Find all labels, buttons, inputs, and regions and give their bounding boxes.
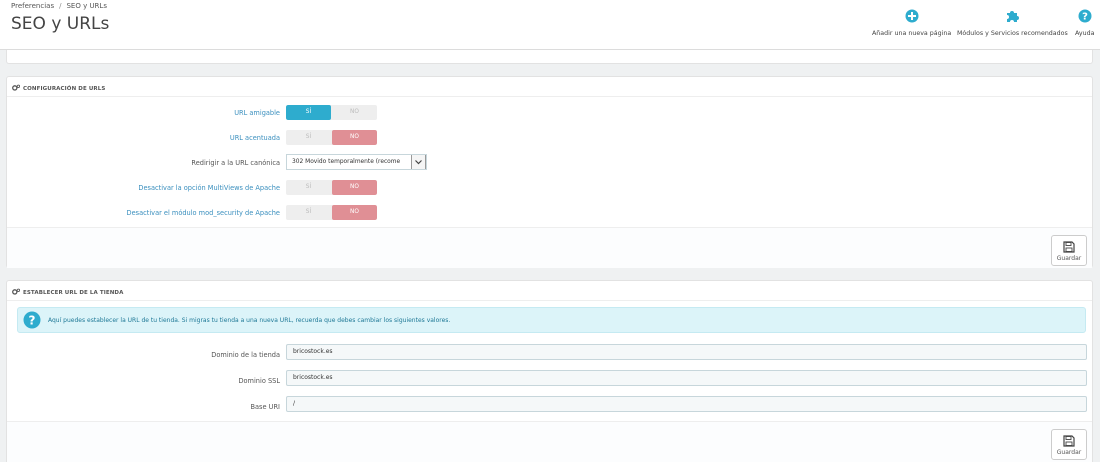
- canonical-redirect-label: Redirigir a la URL canónica: [191, 159, 280, 167]
- save-button[interactable]: Guardar: [1051, 235, 1087, 266]
- cogs-icon: [12, 84, 20, 91]
- shop-url-title: ESTABLECER URL DE LA TIENDA: [23, 290, 124, 296]
- accented-url-row: URL acentuada SÍ NO: [7, 130, 1092, 146]
- info-alert-text: Aquí puedes establecer la URL de tu tien…: [48, 317, 451, 324]
- help-button[interactable]: ? Ayuda: [1075, 9, 1094, 37]
- mod-security-row: Desactivar el módulo mod_security de Apa…: [7, 205, 1092, 221]
- mod-security-label[interactable]: Desactivar el módulo mod_security de Apa…: [127, 209, 280, 217]
- modules-button[interactable]: Módulos y Servicios recomendados: [957, 9, 1068, 37]
- canonical-redirect-value: 302 Movido temporalmente (recome: [292, 159, 401, 165]
- ssl-domain-input[interactable]: bricostock.es: [286, 370, 1087, 386]
- add-page-label: Añadir una nueva página: [872, 30, 952, 37]
- breadcrumb: Preferencias / SEO y URLs: [11, 2, 107, 10]
- ssl-domain-label: Dominio SSL: [238, 377, 280, 385]
- shop-domain-row: Dominio de la tienda bricostock.es: [7, 344, 1092, 363]
- base-uri-input[interactable]: /: [286, 396, 1087, 412]
- previous-panel-bottom: [6, 50, 1093, 64]
- url-config-heading: CONFIGURACIÓN DE URLS: [7, 77, 1092, 97]
- url-config-panel: CONFIGURACIÓN DE URLS URL amigable SÍ NO…: [6, 76, 1093, 268]
- ssl-domain-row: Dominio SSL bricostock.es: [7, 370, 1092, 389]
- shop-domain-input[interactable]: bricostock.es: [286, 344, 1087, 360]
- chevron-down-icon[interactable]: [411, 155, 426, 169]
- shop-url-panel: ESTABLECER URL DE LA TIENDA ? Aquí puede…: [6, 280, 1093, 462]
- multiviews-yes[interactable]: SÍ: [286, 180, 331, 195]
- multiviews-switch[interactable]: SÍ NO: [286, 180, 377, 195]
- plus-circle-icon: [905, 9, 919, 23]
- puzzle-icon: [1007, 11, 1020, 22]
- floppy-disk-icon: [1063, 241, 1075, 253]
- url-config-footer: Guardar: [7, 227, 1092, 268]
- accented-url-no[interactable]: NO: [332, 130, 377, 145]
- shop-url-heading: ESTABLECER URL DE LA TIENDA: [7, 281, 1092, 301]
- question-circle-icon: ?: [23, 311, 41, 329]
- info-alert: ? Aquí puedes establecer la URL de tu ti…: [17, 307, 1086, 333]
- svg-text:?: ?: [1082, 12, 1088, 23]
- multiviews-row: Desactivar la opción MultiViews de Apach…: [7, 180, 1092, 196]
- save-label: Guardar: [1056, 449, 1082, 456]
- page-title: SEO y URLs: [11, 14, 110, 34]
- page-header: Preferencias / SEO y URLs SEO y URLs Añadi…: [0, 0, 1100, 50]
- save-button[interactable]: Guardar: [1051, 429, 1087, 460]
- mod-security-yes[interactable]: SÍ: [286, 205, 331, 220]
- canonical-redirect-row: Redirigir a la URL canónica 302 Movido t…: [7, 154, 1092, 171]
- breadcrumb-parent[interactable]: Preferencias: [11, 2, 54, 10]
- modules-label: Módulos y Servicios recomendados: [957, 30, 1068, 37]
- friendly-url-no[interactable]: NO: [332, 105, 377, 120]
- shop-url-footer: Guardar: [7, 421, 1092, 462]
- mod-security-switch[interactable]: SÍ NO: [286, 205, 377, 220]
- cogs-icon: [12, 288, 20, 295]
- question-circle-icon: ?: [1078, 9, 1092, 23]
- help-label: Ayuda: [1075, 30, 1095, 37]
- multiviews-no[interactable]: NO: [332, 180, 377, 195]
- breadcrumb-current: SEO y URLs: [66, 2, 107, 10]
- base-uri-row: Base URI /: [7, 396, 1092, 415]
- canonical-redirect-select[interactable]: 302 Movido temporalmente (recome: [286, 154, 427, 170]
- shop-domain-label: Dominio de la tienda: [211, 351, 280, 359]
- save-label: Guardar: [1056, 255, 1082, 262]
- base-uri-label: Base URI: [250, 403, 280, 411]
- friendly-url-switch[interactable]: SÍ NO: [286, 105, 377, 120]
- mod-security-no[interactable]: NO: [332, 205, 377, 220]
- breadcrumb-separator: /: [59, 2, 62, 10]
- friendly-url-yes[interactable]: SÍ: [286, 105, 331, 120]
- floppy-disk-icon: [1063, 435, 1075, 447]
- accented-url-label[interactable]: URL acentuada: [230, 134, 280, 142]
- add-page-button[interactable]: Añadir una nueva página: [872, 9, 951, 37]
- friendly-url-row: URL amigable SÍ NO: [7, 105, 1092, 121]
- accented-url-yes[interactable]: SÍ: [286, 130, 331, 145]
- url-config-title: CONFIGURACIÓN DE URLS: [23, 86, 106, 92]
- multiviews-label[interactable]: Desactivar la opción MultiViews de Apach…: [138, 184, 280, 192]
- accented-url-switch[interactable]: SÍ NO: [286, 130, 377, 145]
- svg-text:?: ?: [29, 314, 36, 328]
- friendly-url-label[interactable]: URL amigable: [234, 109, 280, 117]
